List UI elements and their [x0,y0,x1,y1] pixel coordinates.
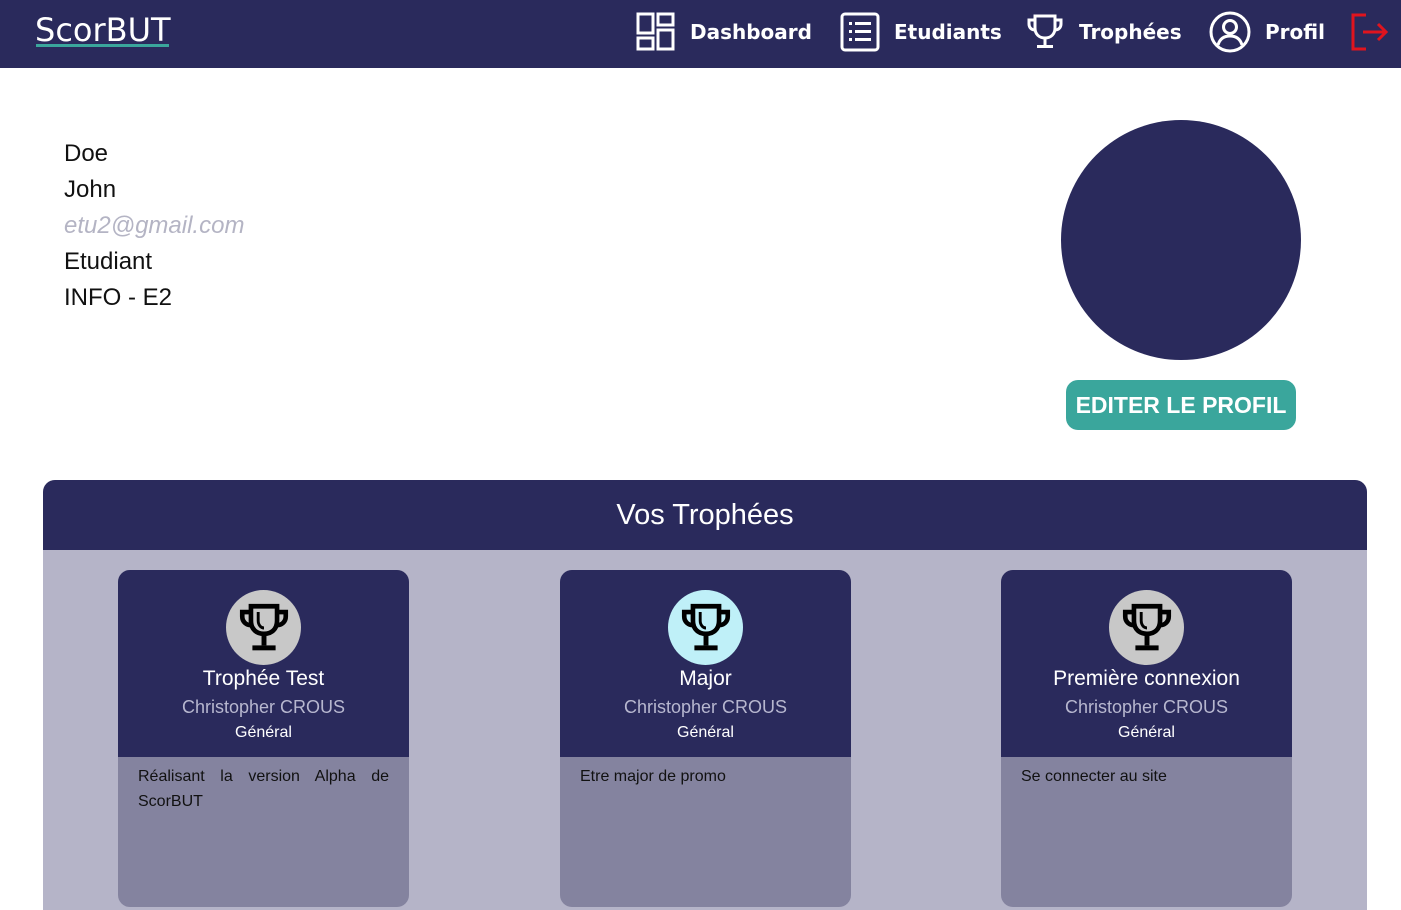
profile-first-name: John [64,176,117,203]
trophy-card-header: Major Christopher CROUS Général [560,570,851,757]
trophy-icon [681,603,730,650]
trophy-category: Général [235,724,292,741]
trophy-badge [668,590,743,665]
trophy-category: Général [677,724,734,741]
profile-role: Etudiant [64,248,153,275]
nav-etudiants[interactable]: Etudiants [840,10,1002,54]
trophy-card[interactable]: Première connexion Christopher CROUS Gén… [1001,570,1292,907]
list-icon [840,12,880,52]
trophy-title: Major [679,667,732,690]
nav-dashboard[interactable]: Dashboard [636,10,812,54]
grid-icon [636,12,675,51]
profile-group: INFO - E2 [64,284,173,311]
nav-profil-label: Profil [1265,20,1325,44]
nav-trophees[interactable]: Trophées [1025,10,1182,54]
edit-profile-button[interactable]: EDITER LE PROFIL [1066,380,1296,430]
trophy-description: Etre major de promo [580,768,726,785]
trophy-author: Christopher CROUS [1064,697,1229,717]
trophy-author: Christopher CROUS [623,697,788,717]
logout-button[interactable] [1350,10,1390,54]
avatar [1061,120,1301,360]
nav-etudiants-label: Etudiants [894,20,1002,44]
trophy-card-header: Première connexion Christopher CROUS Gén… [1001,570,1292,757]
trophy-icon [239,603,288,650]
trophies-title: Vos Trophées [43,480,1367,550]
trophy-title: Trophée Test [202,667,325,690]
trophy-card-header: Trophée Test Christopher CROUS Général [118,570,409,757]
trophy-icon [1122,603,1171,650]
trophy-card[interactable]: Major Christopher CROUS Général Etre maj… [560,570,851,907]
top-navbar: ScorBUT Dashboard Etudiants Trophées Pro… [0,0,1401,68]
user-circle-icon [1209,11,1251,53]
trophies-section: Vos Trophées Trophée Test Christopher CR… [43,480,1367,910]
trophy-title: Première connexion [1053,667,1240,690]
trophy-card[interactable]: Trophée Test Christopher CROUS Général R… [118,570,409,907]
trophy-badge [1109,590,1184,665]
profile-email: etu2@gmail.com [64,212,245,239]
brand-underline [36,44,169,47]
profile-last-name: Doe [64,140,109,167]
trophy-badge [226,590,301,665]
trophy-author: Christopher CROUS [181,697,346,717]
trophy-icon [1027,14,1063,48]
trophy-category: Général [1118,724,1175,741]
nav-trophees-label: Trophées [1079,20,1182,44]
nav-profil[interactable]: Profil [1209,10,1325,54]
trophy-description: Se connecter au site [1021,768,1167,785]
logout-icon [1351,13,1389,51]
trophy-description: Réalisant la version Alpha de ScorBUT [138,768,389,810]
nav-dashboard-label: Dashboard [690,20,812,44]
